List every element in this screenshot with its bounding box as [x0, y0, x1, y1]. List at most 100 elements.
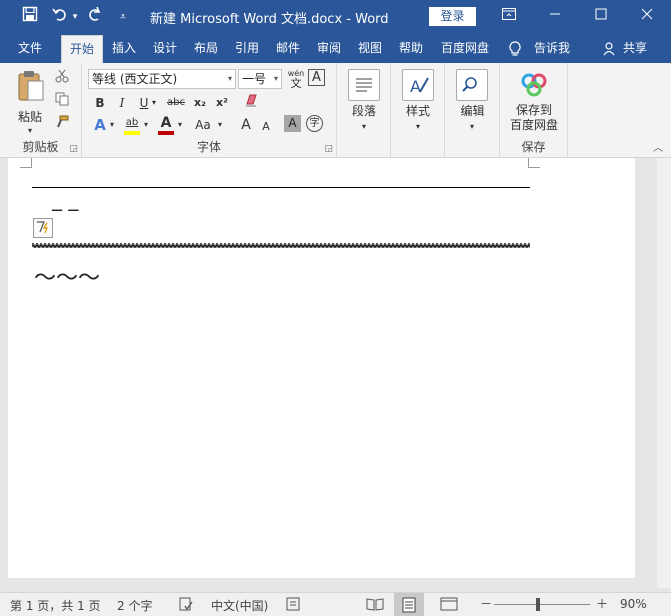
- close-icon[interactable]: [635, 5, 659, 27]
- tell-me-search[interactable]: 告诉我: [527, 33, 577, 63]
- enclose-char-icon[interactable]: 字: [306, 115, 323, 132]
- paste-icon[interactable]: [14, 69, 48, 107]
- paragraph-icon[interactable]: [348, 69, 380, 101]
- font-name-select[interactable]: 等线 (西文正文) ▾: [88, 69, 236, 89]
- tab-insert[interactable]: 插入: [106, 33, 142, 63]
- zoom-level[interactable]: 90%: [620, 597, 647, 611]
- highlight-icon[interactable]: ab: [122, 113, 142, 133]
- autocorrect-options-icon[interactable]: [33, 218, 53, 238]
- italic-icon[interactable]: I: [112, 93, 132, 113]
- page-count[interactable]: 第 1 页，共 1 页: [10, 597, 101, 614]
- ribbon: 粘贴 ▾ 剪贴板 ◲ 等线 (西文正文) ▾ 一号 ▾ wén 文 A B I U ▾…: [0, 63, 671, 158]
- maximize-icon[interactable]: [589, 5, 613, 27]
- read-mode-icon[interactable]: [366, 596, 384, 615]
- accessibility-icon[interactable]: [285, 596, 301, 615]
- tab-help[interactable]: 帮助: [393, 33, 429, 63]
- superscript-icon[interactable]: x²: [212, 93, 232, 113]
- login-button[interactable]: 登录: [429, 7, 476, 26]
- phonetic-guide-icon[interactable]: wén 文: [286, 69, 306, 89]
- tab-mailings[interactable]: 邮件: [270, 33, 306, 63]
- margin-corner-tl: [20, 158, 32, 168]
- proofing-icon[interactable]: [178, 596, 194, 615]
- underline-dropdown-icon[interactable]: ▾: [148, 93, 160, 113]
- editing-dropdown-icon[interactable]: ▾: [464, 117, 480, 137]
- highlight-color-bar: [124, 131, 140, 135]
- tab-references[interactable]: 引用: [229, 33, 265, 63]
- word-count[interactable]: 2 个字: [117, 597, 152, 614]
- tab-review[interactable]: 审阅: [311, 33, 347, 63]
- font-size-select[interactable]: 一号 ▾: [238, 69, 282, 89]
- lightbulb-icon[interactable]: [505, 33, 525, 63]
- window-title: 新建 Microsoft Word 文档.docx - Word: [150, 12, 389, 27]
- baidu-netdisk-icon[interactable]: [520, 71, 548, 99]
- collapse-ribbon-icon[interactable]: ︿: [653, 139, 663, 154]
- print-layout-icon[interactable]: [394, 593, 424, 616]
- tab-home[interactable]: 开始: [61, 35, 103, 63]
- tab-baidu-netdisk[interactable]: 百度网盘: [434, 33, 496, 63]
- save-to-baidu-line1[interactable]: 保存到: [500, 103, 568, 118]
- zoom-slider-thumb[interactable]: [536, 598, 540, 611]
- search-icon[interactable]: [456, 69, 488, 101]
- char-shading-icon[interactable]: A: [284, 115, 301, 132]
- tab-view[interactable]: 视图: [352, 33, 388, 63]
- font-launcher-icon[interactable]: ◲: [324, 144, 333, 154]
- bold-icon[interactable]: B: [90, 93, 110, 113]
- user-icon: [600, 33, 620, 63]
- baidu-save-group: 保存到 百度网盘 保存: [500, 63, 568, 158]
- char-border-icon[interactable]: A: [308, 69, 325, 86]
- cut-icon[interactable]: [52, 69, 72, 89]
- save-to-baidu-line2[interactable]: 百度网盘: [500, 118, 568, 133]
- chevron-down-icon: ▾: [273, 74, 278, 83]
- language-indicator[interactable]: 中文(中国): [211, 597, 268, 614]
- horizontal-rule: [32, 187, 530, 188]
- vertical-scrollbar[interactable]: [657, 158, 671, 588]
- editing-group: 编辑 ▾: [445, 63, 500, 158]
- document-tilde-text: ～～～: [34, 266, 101, 291]
- clipboard-group: 粘贴 ▾ 剪贴板 ◲: [0, 63, 82, 158]
- paragraph-dropdown-icon[interactable]: ▾: [356, 117, 372, 137]
- status-bar: 第 1 页，共 1 页 2 个字 中文(中国) － ＋ 90%: [0, 592, 671, 616]
- styles-icon[interactable]: A: [402, 69, 434, 101]
- zoom-out-button[interactable]: －: [480, 595, 492, 612]
- strikethrough-icon[interactable]: abc: [164, 93, 188, 113]
- highlight-dropdown-icon[interactable]: ▾: [140, 115, 152, 135]
- tab-design[interactable]: 设计: [147, 33, 183, 63]
- tab-layout[interactable]: 布局: [188, 33, 224, 63]
- share-button[interactable]: 共享: [619, 33, 651, 63]
- minimize-icon[interactable]: [543, 5, 567, 27]
- zoom-in-button[interactable]: ＋: [596, 595, 608, 612]
- document-page[interactable]: ‾ ‾ ～～～: [8, 158, 635, 578]
- format-painter-icon[interactable]: [52, 115, 72, 135]
- zoom-slider-track[interactable]: [494, 604, 590, 605]
- change-case-icon[interactable]: Aa: [190, 115, 216, 135]
- paragraph-group: 段落 ▾: [337, 63, 391, 158]
- font-group: 等线 (西文正文) ▾ 一号 ▾ wén 文 A B I U ▾ abc x₂ x² …: [82, 63, 337, 158]
- baidu-group-label: 保存: [521, 140, 546, 154]
- redo-icon[interactable]: [84, 6, 106, 28]
- styles-dropdown-icon[interactable]: ▾: [410, 117, 426, 137]
- shrink-font-icon[interactable]: A: [256, 117, 276, 137]
- title-bar: ▾ ⩡ 新建 Microsoft Word 文档.docx - Word 登录: [0, 0, 671, 33]
- font-group-label: 字体: [196, 140, 221, 154]
- svg-text:A: A: [410, 77, 421, 96]
- clipboard-launcher-icon[interactable]: ◲: [69, 144, 78, 154]
- wavy-border: [32, 243, 530, 248]
- font-color-bar: [158, 131, 174, 135]
- font-color-icon[interactable]: A: [156, 113, 176, 133]
- text-effects-dropdown-icon[interactable]: ▾: [106, 115, 118, 135]
- styles-group: A 样式 ▾: [391, 63, 445, 158]
- clear-formatting-icon[interactable]: [242, 93, 262, 113]
- grow-font-icon[interactable]: A: [236, 115, 256, 135]
- margin-corner-tr: [528, 158, 540, 168]
- font-color-dropdown-icon[interactable]: ▾: [174, 115, 186, 135]
- copy-icon[interactable]: [52, 92, 72, 112]
- tab-file[interactable]: 文件: [8, 33, 52, 63]
- customize-icon[interactable]: ⩡: [112, 6, 134, 28]
- undo-dropdown-icon[interactable]: ▾: [64, 6, 86, 28]
- change-case-dropdown-icon[interactable]: ▾: [214, 115, 226, 135]
- web-layout-icon[interactable]: [440, 596, 458, 615]
- chevron-down-icon: ▾: [227, 74, 232, 83]
- save-icon[interactable]: [19, 6, 41, 28]
- subscript-icon[interactable]: x₂: [190, 93, 210, 113]
- ribbon-display-icon[interactable]: [497, 5, 521, 27]
